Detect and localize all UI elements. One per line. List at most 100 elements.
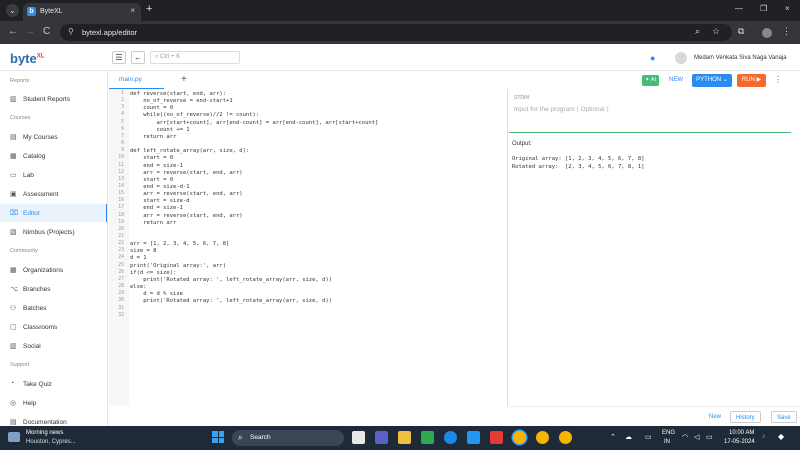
sidebar-item-my-courses[interactable]: ▤ My Courses [0,128,107,146]
extensions-icon[interactable]: ⧉ [738,26,744,37]
sidebar-item-batches[interactable]: ⚇ Batches [0,299,107,317]
stdin-input[interactable]: Input for the program ( Optional ) [514,106,609,113]
sidebar-item-student-reports[interactable]: ▥ Student Reports [0,90,107,108]
sidebar-item-editor[interactable]: ⌧ Editor [0,204,107,222]
code-editor[interactable]: 1 2 3 4 5 6 7 8 9 10 11 12 13 14 15 16 17 18 19 20 21 22 23 24 2… [109,89,508,406]
weather-icon[interactable] [8,432,20,442]
mail-icon[interactable] [467,431,480,444]
code-icon: ⌧ [10,210,19,217]
code-line: d = d % size [130,291,183,298]
browser-tab[interactable]: b ByteXL × [23,3,141,21]
cloud-icon[interactable]: ☁ [625,433,632,441]
search-input[interactable]: ⌕ Ctrl + K [150,51,240,64]
line-number: 1 [121,91,124,96]
back-arrow-icon[interactable]: ← [131,51,145,64]
store-icon[interactable] [421,431,434,444]
chrome-icon[interactable] [536,431,549,444]
chrome-menu-icon[interactable]: ⋮ [782,26,791,37]
maximize-icon[interactable]: ❐ [760,4,767,13]
code-line: def reverse(start, end, arr): [130,91,227,97]
app-icon[interactable] [490,431,503,444]
line-number: 3 [121,105,124,111]
more-options-icon[interactable]: ⋮ [774,75,782,84]
file-tab-main-py[interactable]: main.py [119,76,142,83]
language-select[interactable]: PYTHON ⌄ [692,74,732,87]
wifi-icon[interactable]: ◠ [682,433,688,441]
sidebar-item-label: Lab [23,171,34,179]
sidebar-item-branches[interactable]: ⌥ Branches [0,280,107,298]
sidebar-item-catalog[interactable]: ▦ Catalog [0,147,107,165]
close-window-icon[interactable]: × [785,4,790,13]
sidebar-item-classrooms[interactable]: ▢ Classrooms [0,318,107,336]
zoom-icon[interactable]: ⌕ [695,26,700,37]
site-info-icon[interactable]: ⚲ [68,27,74,36]
code-line: arr = reverse(start, end, arr) [130,212,243,219]
classroom-icon: ▢ [10,324,17,331]
code-line: if(d <= size): [130,269,177,276]
start-icon[interactable] [212,431,224,443]
file-explorer-icon[interactable] [398,431,411,444]
new-file-button[interactable]: New [709,411,721,423]
sidebar-item-organizations[interactable]: ▦ Organizations [0,261,107,279]
tab-title: ByteXL [40,8,63,15]
weather-title[interactable]: Morning news [26,430,63,436]
sidebar-item-label: Help [23,399,37,407]
forward-nav-icon[interactable]: → [25,26,35,37]
save-button[interactable]: Save [771,411,797,423]
minimize-icon[interactable]: — [735,4,743,13]
sidebar-item-nimbus-projects[interactable]: ▧ Nimbus (Projects) [0,223,107,241]
add-file-button[interactable]: + [181,74,187,85]
notification-bell-icon[interactable]: ♪ [762,433,766,440]
history-button[interactable]: History [730,411,761,423]
output-label: Output: [512,141,532,147]
bytexl-logo[interactable]: byteXL [10,51,44,66]
user-name[interactable]: Medam Venkata Siva Naga Vanaja [694,55,787,61]
sidebar-item-social[interactable]: ▥ Social [0,337,107,355]
code-line: size = 8 [130,248,157,255]
ai-button[interactable]: ✦ AI [642,75,660,86]
chrome-icon[interactable] [559,431,572,444]
sidebar-item-lab[interactable]: ▭ Lab [0,166,107,184]
section-community: Community [10,248,38,254]
bookmark-star-icon[interactable]: ☆ [712,26,720,37]
sidebar-item-documentation[interactable]: ▤ Documentation [0,413,107,427]
tab-menu-icon[interactable]: ⌄ [6,4,19,17]
url-field[interactable]: ⚲ bytexl.app/editor [60,24,732,41]
volume-icon[interactable]: ◁ [694,433,699,441]
code-line: end = size-d-1 [130,183,190,190]
chrome-icon[interactable] [513,431,526,444]
sidebar-item-assessment[interactable]: ▣ Assessment [0,185,107,203]
profile-icon[interactable] [762,28,772,38]
tab-close-icon[interactable]: × [130,6,135,15]
code-line: arr = [1, 2, 3, 4, 5, 6, 7, 8] [130,241,230,248]
taskbar-search[interactable]: ⌕ Search [232,430,344,446]
batch-icon: ⚇ [10,305,17,312]
lab-icon: ▭ [10,172,17,179]
section-courses: Courses [10,115,31,121]
menu-toggle-icon[interactable]: ☰ [112,51,126,64]
back-nav-icon[interactable]: ← [8,26,18,37]
line-number: 28 [118,284,124,290]
new-button[interactable]: NEW [669,77,683,83]
task-view-icon[interactable] [352,431,365,444]
battery-icon[interactable]: ▭ [706,433,713,441]
code-line: arr[start+count], arr[end-count] = arr[e… [130,119,379,126]
new-tab-button[interactable]: + [146,3,152,15]
tray-overflow-icon[interactable]: ⌃ [610,433,616,441]
sidebar-item-take-quiz[interactable]: ◔ Take Quiz [0,375,107,393]
help-icon: ◎ [10,400,17,407]
edge-icon[interactable] [444,431,457,444]
avatar[interactable] [675,52,687,64]
line-number: 30 [118,298,124,304]
app-tray-icon[interactable]: ▭ [645,433,652,441]
clock-time[interactable]: 10:00 AM [729,430,754,436]
lang-line1[interactable]: ENG [662,430,675,436]
run-button[interactable]: RUN ▶ [737,74,766,87]
code-line: arr = reverse(start, end, arr) [130,169,243,176]
teams-icon[interactable] [375,431,388,444]
sidebar-item-help[interactable]: ◎ Help [0,394,107,412]
app-header: byteXL ☰ ← ⌕ Ctrl + K ● Medam Venkata Si… [0,44,800,71]
chat-icon[interactable]: ● [650,53,655,63]
copilot-icon[interactable]: ◆ [778,432,784,441]
reload-icon[interactable]: C [43,26,50,37]
